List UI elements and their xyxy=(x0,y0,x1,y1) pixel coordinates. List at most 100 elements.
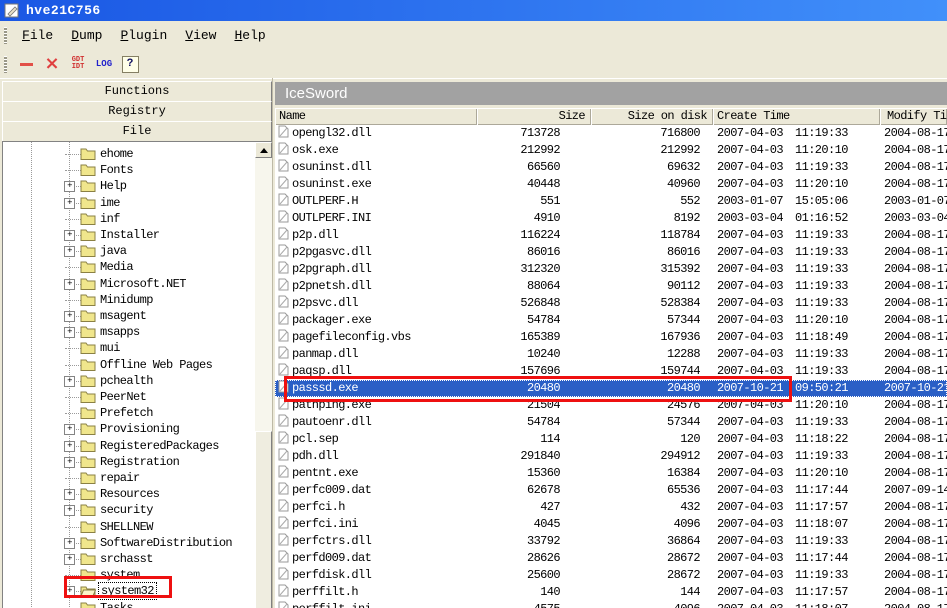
file-row-p2pgasvc-dll[interactable]: p2pgasvc.dll86016860162007-04-0311:19:33… xyxy=(275,244,947,261)
column-header-size-on-disk[interactable]: Size on disk xyxy=(591,108,713,125)
tree-item-registration[interactable]: +Registration xyxy=(3,454,272,470)
file-row-p2pnetsh-dll[interactable]: p2pnetsh.dll88064901122007-04-0311:19:33… xyxy=(275,278,947,295)
log-tool-button[interactable]: LOG xyxy=(93,53,115,75)
file-row-perffilt-ini[interactable]: perffilt.ini457540962007-04-0311:18:0720… xyxy=(275,601,947,608)
expand-icon[interactable]: + xyxy=(64,230,75,241)
menu-file[interactable]: File xyxy=(13,28,62,43)
tree-item-offline-web-pages[interactable]: Offline Web Pages xyxy=(3,357,272,373)
file-row-pagefileconfig-vbs[interactable]: pagefileconfig.vbs1653891679362007-04-03… xyxy=(275,329,947,346)
file-row-opengl32-dll[interactable]: opengl32.dll7137287168002007-04-0311:19:… xyxy=(275,125,947,142)
menu-dump[interactable]: Dump xyxy=(62,28,111,43)
file-panel-button[interactable]: File xyxy=(2,121,272,142)
toolbar-gripper[interactable] xyxy=(4,56,7,73)
file-row-pentnt-exe[interactable]: pentnt.exe15360163842007-04-0311:20:1020… xyxy=(275,465,947,482)
tree-item-mui[interactable]: mui xyxy=(3,340,272,356)
file-name: panmap.dll xyxy=(292,346,358,363)
tree-item-msapps[interactable]: +msapps xyxy=(3,324,272,340)
expand-icon[interactable]: + xyxy=(64,181,75,192)
tree-item-ime[interactable]: +ime xyxy=(3,195,272,211)
column-header-modify-time[interactable]: Modify Time xyxy=(880,108,947,125)
file-row-osuninst-exe[interactable]: osuninst.exe40448409602007-04-0311:20:10… xyxy=(275,176,947,193)
scrollbar-thumb[interactable] xyxy=(255,431,272,608)
file-row-outlperf-h[interactable]: OUTLPERF.H5515522003-01-0715:05:062003-0… xyxy=(275,193,947,210)
expand-icon[interactable]: + xyxy=(64,424,75,435)
help-tool-button[interactable]: ? xyxy=(119,53,141,75)
file-row-perfc009-dat[interactable]: perfc009.dat62678655362007-04-0311:17:44… xyxy=(275,482,947,499)
tree-item-repair[interactable]: repair xyxy=(3,470,272,486)
pane-divider[interactable] xyxy=(272,78,273,608)
tree-item-resources[interactable]: +Resources xyxy=(3,486,272,502)
registry-panel-button[interactable]: Registry xyxy=(2,101,272,122)
tree-item-tasks[interactable]: Tasks xyxy=(3,600,272,608)
tree-item-fonts[interactable]: Fonts xyxy=(3,162,272,178)
expand-icon[interactable]: + xyxy=(64,198,75,209)
functions-panel-button[interactable]: Functions xyxy=(2,81,272,102)
file-name: perfd009.dat xyxy=(292,550,371,567)
tree-item-minidump[interactable]: Minidump xyxy=(3,292,272,308)
column-header-name[interactable]: Name xyxy=(275,108,477,125)
gdt-idt-tool-button[interactable]: GDTIDT xyxy=(67,53,89,75)
file-row-perfctrs-dll[interactable]: perfctrs.dll33792368642007-04-0311:19:33… xyxy=(275,533,947,550)
tree-item-media[interactable]: Media xyxy=(3,259,272,275)
file-size: 140 xyxy=(477,584,560,601)
minus-tool-button[interactable] xyxy=(15,53,37,75)
file-row-perfci-ini[interactable]: perfci.ini404540962007-04-0311:18:072004… xyxy=(275,516,947,533)
folder-icon xyxy=(80,439,96,452)
tree-item-softwaredistribution[interactable]: +SoftwareDistribution xyxy=(3,535,272,551)
tree-item-prefetch[interactable]: Prefetch xyxy=(3,405,272,421)
file-row-osk-exe[interactable]: osk.exe2129922129922007-04-0311:20:10200… xyxy=(275,142,947,159)
file-row-p2pgraph-dll[interactable]: p2pgraph.dll3123203153922007-04-0311:19:… xyxy=(275,261,947,278)
expand-icon[interactable]: + xyxy=(64,554,75,565)
file-row-perffilt-h[interactable]: perffilt.h1401442007-04-0311:17:572004-0… xyxy=(275,584,947,601)
scroll-up-button[interactable] xyxy=(255,142,272,158)
menu-items: FileDumpPluginViewHelp xyxy=(13,21,275,50)
tree-item-ehome[interactable]: ehome xyxy=(3,146,272,162)
tree-item-provisioning[interactable]: +Provisioning xyxy=(3,421,272,437)
menu-plugin[interactable]: Plugin xyxy=(111,28,176,43)
file-row-panmap-dll[interactable]: panmap.dll10240122882007-04-0311:19:3320… xyxy=(275,346,947,363)
tree-item-msagent[interactable]: +msagent xyxy=(3,308,272,324)
tree-item-srchasst[interactable]: +srchasst xyxy=(3,551,272,567)
tree-item-installer[interactable]: +Installer xyxy=(3,227,272,243)
expand-icon[interactable]: + xyxy=(64,457,75,468)
expand-icon[interactable]: + xyxy=(64,376,75,387)
tree-item-shellnew[interactable]: SHELLNEW xyxy=(3,519,272,535)
tree-item-help[interactable]: +Help xyxy=(3,178,272,194)
file-row-p2p-dll[interactable]: p2p.dll1162241187842007-04-0311:19:33200… xyxy=(275,227,947,244)
file-row-perfd009-dat[interactable]: perfd009.dat28626286722007-04-0311:17:44… xyxy=(275,550,947,567)
file-modify-date: 2007-10-21 xyxy=(884,380,947,397)
expand-icon[interactable]: + xyxy=(64,505,75,516)
tree-item-peernet[interactable]: PeerNet xyxy=(3,389,272,405)
file-row-pdh-dll[interactable]: pdh.dll2918402949122007-04-0311:19:33200… xyxy=(275,448,947,465)
file-row-pcl-sep[interactable]: pcl.sep1141202007-04-0311:18:222004-08-1… xyxy=(275,431,947,448)
tree-item-security[interactable]: +security xyxy=(3,502,272,518)
file-row-packager-exe[interactable]: packager.exe54784573442007-04-0311:20:10… xyxy=(275,312,947,329)
file-row-osuninst-dll[interactable]: osuninst.dll66560696322007-04-0311:19:33… xyxy=(275,159,947,176)
tree-item-pchealth[interactable]: +pchealth xyxy=(3,373,272,389)
expand-icon[interactable]: + xyxy=(64,327,75,338)
file-row-perfdisk-dll[interactable]: perfdisk.dll25600286722007-04-0311:19:33… xyxy=(275,567,947,584)
expand-icon[interactable]: + xyxy=(64,311,75,322)
expand-icon[interactable]: + xyxy=(64,538,75,549)
tree-item-registeredpackages[interactable]: +RegisteredPackages xyxy=(3,438,272,454)
menu-view[interactable]: View xyxy=(176,28,225,43)
file-size-on-disk: 212992 xyxy=(591,142,700,159)
menu-help[interactable]: Help xyxy=(225,28,274,43)
column-header-size[interactable]: Size xyxy=(477,108,591,125)
expand-icon[interactable]: + xyxy=(64,279,75,290)
file-row-outlperf-ini[interactable]: OUTLPERF.INI491081922003-03-0401:16:5220… xyxy=(275,210,947,227)
file-size-on-disk: 4096 xyxy=(591,516,700,533)
expand-icon[interactable]: + xyxy=(64,441,75,452)
column-header-create-time[interactable]: Create Time xyxy=(713,108,880,125)
tree-item-java[interactable]: +java xyxy=(3,243,272,259)
expand-icon[interactable]: + xyxy=(64,246,75,257)
delete-tool-button[interactable]: × xyxy=(41,53,63,75)
file-row-perfci-h[interactable]: perfci.h4274322007-04-0311:17:572004-08-… xyxy=(275,499,947,516)
file-row-p2psvc-dll[interactable]: p2psvc.dll5268485283842007-04-0311:19:33… xyxy=(275,295,947,312)
file-row-pautoenr-dll[interactable]: pautoenr.dll54784573442007-04-0311:19:33… xyxy=(275,414,947,431)
menubar-gripper[interactable] xyxy=(4,27,7,44)
tree-scrollbar[interactable] xyxy=(255,142,272,608)
expand-icon[interactable]: + xyxy=(64,489,75,500)
tree-item-microsoft-net[interactable]: +Microsoft.NET xyxy=(3,276,272,292)
tree-item-inf[interactable]: inf xyxy=(3,211,272,227)
